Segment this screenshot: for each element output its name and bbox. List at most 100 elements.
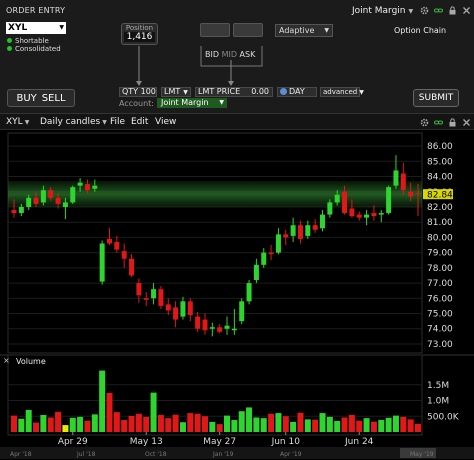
- volume-bar: [282, 416, 289, 432]
- volume-bar: [268, 413, 275, 432]
- candle-body: [77, 182, 83, 186]
- candle-body: [195, 316, 201, 329]
- candle-body: [114, 241, 120, 250]
- algo-dropdown[interactable]: Adaptive ▼: [275, 24, 333, 37]
- ask-price-box[interactable]: [233, 23, 263, 37]
- volume-bar: [135, 413, 142, 432]
- gear-icon[interactable]: [420, 118, 429, 130]
- time-in-force-dropdown[interactable]: DAY: [277, 87, 317, 97]
- current-price-label: 82.84: [427, 191, 453, 201]
- price-tick-label: 86.00: [427, 142, 453, 152]
- option-chain-link[interactable]: Option Chain: [394, 26, 446, 35]
- volume-bar: [407, 419, 414, 432]
- price-tick-label: 75.00: [427, 310, 453, 320]
- volume-bar: [84, 420, 91, 432]
- date-tick-label: May 27: [203, 437, 236, 447]
- lock-icon[interactable]: [448, 118, 457, 130]
- candle-body: [187, 301, 193, 316]
- volume-bar: [378, 420, 385, 432]
- candle-body: [158, 289, 164, 306]
- bid-mid-ask: BID MID ASK: [205, 50, 255, 59]
- volume-bar: [415, 423, 421, 432]
- volume-bar: [77, 416, 84, 432]
- candle-body: [261, 252, 267, 265]
- order-type-label: LMT: [164, 87, 181, 96]
- volume-bar: [165, 418, 172, 432]
- volume-bar: [18, 418, 25, 432]
- sell-button[interactable]: SELL: [42, 93, 66, 104]
- candle-body: [40, 190, 46, 203]
- volume-bar: [99, 370, 106, 432]
- price-tick-label: 78.00: [427, 264, 453, 274]
- volume-bar: [143, 416, 150, 432]
- price-pane-frame: [7, 132, 423, 354]
- candle-body: [99, 243, 105, 282]
- candle-body: [371, 213, 377, 217]
- limit-price-value: 0.00: [251, 87, 269, 96]
- volume-bar: [157, 414, 164, 432]
- candle-body: [231, 328, 237, 331]
- candle-body: [356, 214, 362, 218]
- mid-label[interactable]: MID: [222, 50, 237, 59]
- bid-label[interactable]: BID: [205, 50, 219, 59]
- chart-toolbar: XYL ▼ Daily candles ▼ File Edit View: [0, 114, 474, 130]
- candle-body: [342, 191, 348, 214]
- candle-body: [386, 187, 392, 214]
- volume-bar: [209, 421, 216, 432]
- chart-symbol-selector[interactable]: XYL ▼: [6, 117, 29, 127]
- volume-bar: [150, 392, 157, 432]
- tif-label: DAY: [289, 87, 305, 96]
- chart-window: XYL ▼ Daily candles ▼ File Edit View 86.00…: [0, 114, 474, 460]
- volume-bar: [231, 420, 238, 432]
- chart-period-selector[interactable]: Daily candles ▼: [40, 117, 107, 127]
- candle-body: [18, 206, 24, 214]
- price-tick-label: 85.00: [427, 157, 453, 167]
- volume-bar: [370, 421, 377, 432]
- volume-tick-label: 1.0M: [427, 397, 449, 407]
- submit-button[interactable]: SUBMIT: [413, 89, 459, 107]
- volume-bar: [290, 421, 297, 432]
- price-chart[interactable]: 86.0085.0084.0083.0082.0081.0080.0079.00…: [0, 131, 474, 460]
- volume-bar: [392, 415, 399, 432]
- close-icon[interactable]: [462, 118, 471, 130]
- link-icon[interactable]: [434, 118, 443, 130]
- ask-label[interactable]: ASK: [240, 50, 256, 59]
- candle-body: [202, 319, 208, 331]
- volume-bar: [25, 409, 32, 432]
- menu-view[interactable]: View: [155, 117, 176, 127]
- candle-body: [84, 184, 90, 191]
- price-tick-label: 80.00: [427, 233, 453, 243]
- candle-body: [305, 225, 311, 236]
- candle-body: [106, 238, 112, 244]
- volume-bar: [253, 417, 260, 432]
- candle-body: [11, 210, 17, 214]
- candle-body: [378, 213, 384, 215]
- order-type-dropdown[interactable]: LMT ▼: [161, 87, 191, 97]
- candle-body: [415, 193, 421, 195]
- price-tick-label: 73.00: [427, 340, 453, 350]
- volume-bar: [326, 416, 333, 432]
- buy-button[interactable]: BUY: [16, 93, 36, 104]
- chart-header-icons: [420, 118, 471, 130]
- account-dropdown[interactable]: Joint Margin ▼: [157, 98, 227, 108]
- candle-body: [33, 197, 39, 204]
- buy-sell-button[interactable]: BUY SELL: [7, 89, 75, 107]
- candle-body: [129, 258, 135, 276]
- bid-price-box[interactable]: [200, 23, 230, 37]
- volume-bar: [297, 412, 304, 432]
- limit-price-field[interactable]: LMT PRICE 0.00: [195, 87, 273, 97]
- date-tick-label: Apr 29: [58, 437, 88, 447]
- volume-bar: [113, 412, 120, 432]
- account-value: Joint Margin: [161, 98, 209, 107]
- advanced-button[interactable]: advanced ▼: [320, 87, 364, 97]
- chevron-down-icon: ▼: [324, 27, 329, 34]
- candle-body: [180, 301, 186, 317]
- chart-symbol: XYL: [6, 117, 23, 127]
- volume-bar: [224, 415, 231, 432]
- menu-file[interactable]: File: [110, 117, 125, 127]
- menu-edit[interactable]: Edit: [131, 117, 148, 127]
- account-label: Account:: [119, 99, 154, 108]
- date-axis: Apr 29 May 13 May 27 Jun 10 Jun 24 Apr '18 Jul…: [0, 432, 474, 459]
- quantity-field[interactable]: QTY 100: [119, 87, 157, 97]
- chevron-down-icon: ▼: [219, 99, 224, 106]
